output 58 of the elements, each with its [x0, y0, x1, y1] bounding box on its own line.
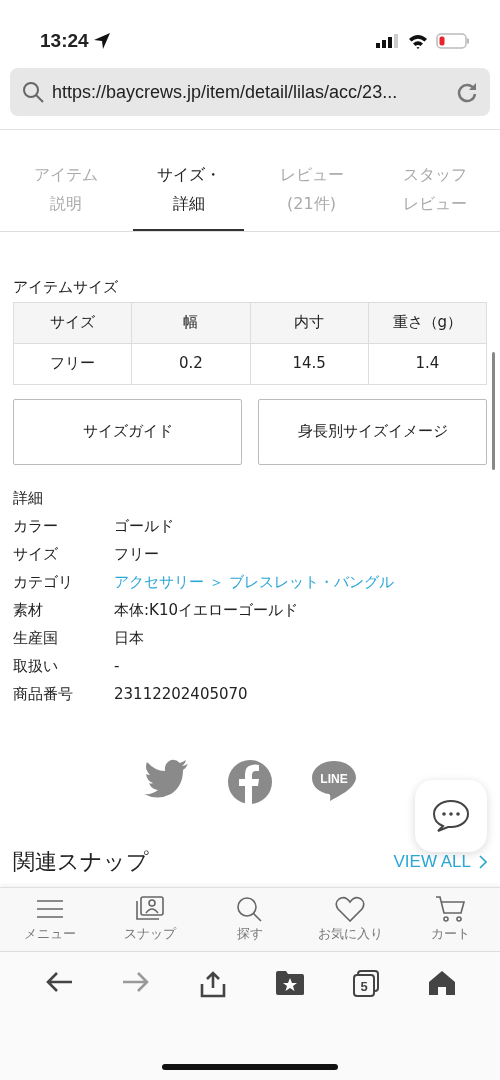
detail-label: カテゴリ [13, 572, 74, 594]
heart-icon [334, 894, 366, 923]
tab[interactable]: レビュー (21件) [256, 148, 367, 231]
detail-label: サイズ [13, 544, 59, 566]
column-header: 重さ（g） [368, 302, 487, 343]
search-icon [22, 81, 44, 103]
bookmark-folder-icon[interactable] [274, 969, 305, 996]
detail-value: フリー [114, 544, 159, 566]
bird-icon[interactable] [143, 758, 189, 799]
section-heading: 関連スナップ [13, 848, 149, 876]
table-cell: フリー [13, 343, 132, 384]
reload-icon[interactable] [456, 81, 478, 103]
column-header: 幅 [131, 302, 250, 343]
detail-label: カラー [13, 516, 59, 538]
share-icon[interactable] [199, 969, 228, 998]
table-cell: 14.5 [250, 343, 369, 384]
signal-icon [376, 34, 400, 48]
detail-label: 商品番号 [13, 684, 74, 706]
tab[interactable]: スタッフ レビュー [379, 148, 490, 231]
size-guide-button[interactable]: サイズガイド [13, 398, 242, 465]
chat-bubble-icon[interactable]: LINE [311, 758, 357, 803]
nav-item[interactable]: お気に入り [300, 887, 400, 951]
detail-value: 本体:K10イエローゴールド [114, 600, 298, 622]
detail-value: - [114, 656, 120, 678]
address-bar[interactable]: https://baycrews.jp/item/detail/lilas/acc/23... [10, 68, 490, 116]
section-title: アイテムサイズ [13, 277, 119, 298]
home-icon[interactable] [428, 969, 457, 996]
column-header: サイズ [13, 302, 132, 343]
nav-item[interactable]: 探す [200, 887, 300, 951]
detail-value: ゴールド [114, 516, 174, 538]
cart-icon [434, 894, 466, 923]
category-link[interactable]: アクセサリー ＞ ブレスレット・バングル [114, 571, 394, 594]
view-all-link[interactable]: VIEW ALL [393, 848, 487, 875]
speech-bubble-icon [432, 799, 470, 833]
column-header: 内寸 [250, 302, 369, 343]
battery-icon [436, 33, 470, 49]
detail-value: 23112202405070 [114, 684, 248, 706]
table-cell: 1.4 [368, 343, 487, 384]
clock: 13:24 [40, 28, 89, 53]
nav-item[interactable]: スナップ [100, 887, 200, 951]
detail-value: 日本 [114, 628, 144, 650]
facebook-icon[interactable] [227, 758, 273, 805]
nav-item[interactable]: カート [400, 887, 500, 951]
detail-label: 生産国 [13, 628, 59, 650]
section-title: 詳細 [13, 488, 43, 510]
photo-frame-icon [134, 894, 166, 923]
wifi-icon [408, 33, 428, 49]
nav-item[interactable]: メニュー [0, 887, 100, 951]
detail-label: 素材 [13, 600, 44, 622]
table-cell: 0.2 [131, 343, 250, 384]
tab[interactable]: サイズ・ 詳細 [133, 148, 244, 231]
chevron-right-icon [479, 854, 487, 869]
size-guide-button[interactable]: 身長別サイズイメージ [258, 398, 487, 465]
chat-button[interactable] [415, 780, 487, 852]
tab[interactable]: アイテム 説明 [10, 148, 121, 231]
url-text: https://baycrews.jp/item/detail/lilas/acc/23... [52, 80, 399, 104]
detail-label: 取扱い [13, 656, 59, 678]
location-arrow-icon [92, 32, 111, 50]
